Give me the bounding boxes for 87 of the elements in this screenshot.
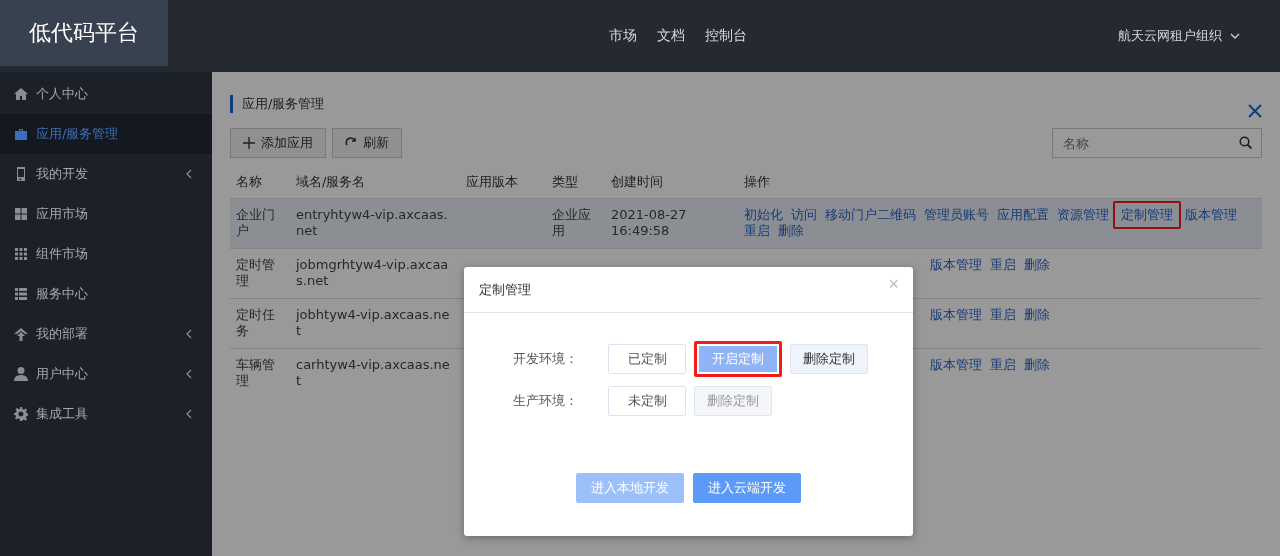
column-header: 类型 — [546, 166, 605, 199]
dev-button[interactable]: 进入云端开发 — [693, 473, 801, 503]
delete-button[interactable]: 删除定制 — [790, 344, 868, 374]
sidebar-label: 服务中心 — [36, 285, 88, 303]
action-link[interactable]: 版本管理 — [930, 357, 982, 373]
table-cell-text: entryhtyw4-vip.axcaas.net — [296, 207, 449, 239]
status-field: 已定制 — [608, 344, 686, 374]
search-field[interactable]: 名称 — [1052, 128, 1262, 158]
gear-icon — [14, 407, 28, 421]
column-header: 应用版本 — [460, 166, 546, 199]
sidebar-item[interactable]: 服务中心 — [0, 274, 212, 314]
table-cell-text: jobmgrhtyw4-vip.axcaas.net — [296, 257, 450, 289]
chevron-left-icon — [186, 329, 192, 339]
table-cell: 定时任务 — [236, 307, 275, 338]
action-link[interactable]: 管理员账号 — [924, 207, 989, 223]
list-icon — [14, 287, 28, 301]
action-link[interactable]: 版本管理 — [930, 307, 982, 323]
column-header: 名称 — [230, 166, 290, 199]
action-link[interactable]: 初始化 — [744, 207, 783, 223]
table-cell-text: carhtyw4-vip.axcaas.net — [296, 357, 451, 389]
column-header: 操作 — [738, 166, 1262, 199]
sidebar-label: 应用市场 — [36, 205, 88, 223]
action-link[interactable]: 重启 — [990, 357, 1016, 373]
home-icon — [14, 87, 28, 101]
dialog-title: 定制管理 — [479, 280, 531, 299]
sidebar-label: 应用/服务管理 — [36, 125, 119, 143]
logo[interactable]: 低代码平台 — [0, 0, 168, 66]
action-link[interactable]: 删除 — [778, 223, 804, 239]
sidebar-item[interactable]: 用户中心 — [0, 354, 212, 394]
sidebar-item[interactable]: 个人中心 — [0, 74, 212, 114]
add-button[interactable]: 添加应用 — [230, 128, 326, 158]
nav-link[interactable]: 文档 — [657, 27, 685, 45]
action-link[interactable]: 重启 — [990, 307, 1016, 323]
sidebar-item[interactable]: 应用/服务管理 — [0, 114, 212, 154]
plus-icon — [243, 137, 255, 149]
search-icon — [1239, 136, 1252, 149]
table-cell: 定时管理 — [236, 257, 275, 288]
sidebar-label: 我的开发 — [36, 165, 88, 183]
action-link[interactable]: 版本管理 — [1185, 207, 1237, 223]
grid-icon — [14, 207, 28, 221]
action-link[interactable]: 应用配置 — [997, 207, 1049, 223]
sidebar-label: 集成工具 — [36, 405, 88, 423]
action-link[interactable]: 删除 — [1024, 307, 1050, 323]
sidebar-item[interactable]: 集成工具 — [0, 394, 212, 434]
cloud-upload-icon — [14, 327, 28, 341]
action-link[interactable]: 删除 — [1024, 357, 1050, 373]
chevron-left-icon — [186, 369, 192, 379]
environment-label: 开发环境： — [512, 350, 578, 368]
grid-icon — [14, 247, 28, 261]
sidebar-item[interactable]: 组件市场 — [0, 234, 212, 274]
column-header: 创建时间 — [605, 166, 738, 199]
sidebar-label: 我的部署 — [36, 325, 88, 343]
briefcase-icon — [14, 127, 28, 141]
action-link[interactable]: 资源管理 — [1057, 207, 1109, 223]
action-link[interactable]: 重启 — [990, 257, 1016, 273]
status-field: 未定制 — [608, 386, 686, 416]
table-cell: 企业门户 — [236, 207, 275, 238]
user-icon — [14, 367, 28, 381]
chevron-down-icon — [1230, 33, 1240, 39]
sidebar-label: 用户中心 — [36, 365, 88, 383]
phone-icon — [14, 167, 28, 181]
nav-link[interactable]: 控制台 — [705, 27, 747, 45]
org-menu[interactable]: 航天云网租户组织 — [1118, 27, 1280, 45]
sidebar-label: 个人中心 — [36, 85, 88, 103]
breadcrumb: 应用/服务管理 — [230, 95, 325, 113]
action-link[interactable]: 定制管理 — [1113, 201, 1181, 229]
nav-link[interactable]: 市场 — [609, 27, 637, 45]
action-link[interactable]: 访问 — [791, 207, 817, 223]
chevron-left-icon — [186, 409, 192, 419]
sidebar-item[interactable]: 我的开发 — [0, 154, 212, 194]
sidebar-item[interactable]: 应用市场 — [0, 194, 212, 234]
table-cell: 车辆管理 — [236, 357, 275, 388]
environment-label: 生产环境： — [512, 392, 578, 410]
table-cell: 2021-08-27 16:49:58 — [611, 207, 687, 238]
refresh-button[interactable]: 刷新 — [332, 128, 402, 158]
chevron-left-icon — [186, 169, 192, 179]
sidebar-label: 组件市场 — [36, 245, 88, 263]
column-header: 域名/服务名 — [290, 166, 460, 199]
action-link[interactable]: 移动门户二维码 — [825, 207, 916, 223]
action-link[interactable]: 版本管理 — [930, 257, 982, 273]
table-cell: 企业应用 — [552, 207, 591, 238]
action-link[interactable]: 删除 — [1024, 257, 1050, 273]
table-cell-text: jobhtyw4-vip.axcaas.net — [296, 307, 451, 339]
enable-button[interactable]: 开启定制 — [694, 341, 782, 377]
close-icon[interactable] — [1248, 104, 1262, 118]
sidebar-item[interactable]: 我的部署 — [0, 314, 212, 354]
action-link[interactable]: 重启 — [744, 223, 770, 239]
